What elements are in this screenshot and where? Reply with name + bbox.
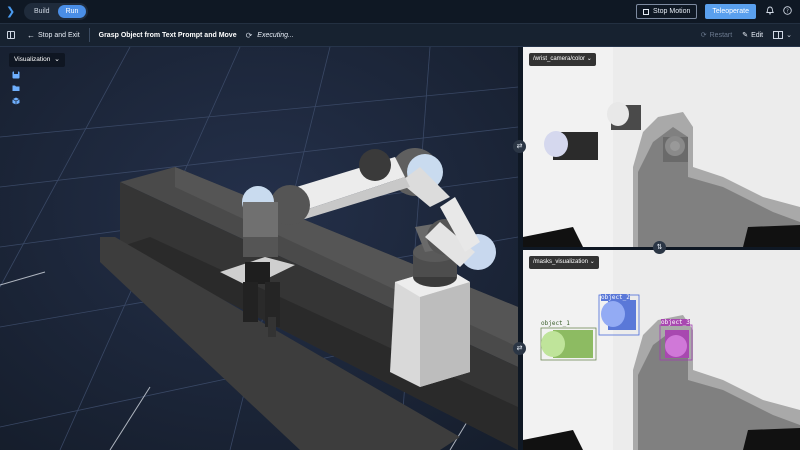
- stop-motion-label: Stop Motion: [653, 8, 691, 15]
- mode-toggle[interactable]: Build Run: [24, 3, 89, 20]
- restart-icon: ⟳: [700, 32, 707, 39]
- 3d-viewport[interactable]: Visualization ⌄: [0, 47, 518, 450]
- chevron-down-icon: ⌄: [586, 56, 592, 62]
- layout-selector-button[interactable]: ⌄: [773, 31, 792, 39]
- masks-visualization-pane: object_1 object_2 object_3 /masks_visual…: [523, 250, 800, 450]
- masks-visualization-image: [523, 250, 800, 450]
- edit-label: Edit: [751, 31, 764, 39]
- task-toolbar: ← Stop and Exit Grasp Object from Text P…: [0, 23, 800, 47]
- visualization-label: Visualization: [14, 56, 51, 63]
- stop-and-exit-label: Stop and Exit: [38, 31, 80, 39]
- masks-topic-label: /masks_visualization: [533, 259, 589, 265]
- task-title: Grasp Object from Text Prompt and Move: [98, 31, 237, 39]
- back-arrow-icon: ←: [27, 30, 35, 40]
- scene-render: [0, 47, 518, 450]
- save-icon[interactable]: [12, 71, 20, 79]
- teleoperate-button[interactable]: Teleoperate: [705, 4, 756, 19]
- wrist-camera-image: [523, 47, 800, 247]
- edit-button[interactable]: ✎ Edit: [742, 31, 764, 40]
- spinner-icon: ⟳: [245, 30, 253, 40]
- help-icon[interactable]: ?: [783, 6, 792, 17]
- mask-label-blue: object_2: [601, 294, 630, 301]
- svg-text:?: ?: [786, 8, 789, 14]
- chevron-down-icon: ⌄: [54, 56, 60, 63]
- stop-square-icon: [643, 8, 650, 15]
- wrist-camera-topic-dropdown[interactable]: /wrist_camera/color ⌄: [529, 53, 596, 66]
- visualization-dropdown[interactable]: Visualization ⌄: [9, 53, 65, 67]
- wrist-camera-topic-label: /wrist_camera/color: [533, 56, 586, 62]
- swap-pane-button-bottom[interactable]: ⇄: [513, 342, 526, 355]
- toolbar-separator: [88, 28, 90, 42]
- bell-icon[interactable]: [765, 6, 774, 17]
- execution-status: Executing...: [257, 31, 294, 39]
- pencil-icon: ✎: [742, 32, 749, 39]
- mode-run-button[interactable]: Run: [57, 5, 87, 18]
- chevron-down-icon: ⌄: [786, 32, 792, 39]
- masks-topic-dropdown[interactable]: /masks_visualization ⌄: [529, 256, 599, 269]
- wrist-camera-pane: /wrist_camera/color ⌄: [523, 47, 800, 247]
- folder-open-icon[interactable]: [12, 84, 20, 92]
- top-bar: ❯ Build Run Stop Motion Teleoperate ?: [0, 0, 800, 23]
- mask-label-green: object_1: [541, 320, 570, 327]
- swap-vertical-button[interactable]: ⇅: [653, 241, 666, 254]
- stop-and-exit-button[interactable]: ← Stop and Exit: [27, 31, 80, 40]
- mask-label-purple: object_3: [661, 319, 690, 326]
- stop-motion-button[interactable]: Stop Motion: [636, 4, 698, 19]
- restart-button[interactable]: ⟳ Restart: [700, 31, 733, 40]
- chevron-down-icon: ⌄: [589, 259, 595, 265]
- viewport-tools: [12, 71, 20, 110]
- cube-icon[interactable]: [12, 97, 20, 105]
- restart-label: Restart: [709, 31, 733, 39]
- swap-pane-button-top[interactable]: ⇄: [513, 140, 526, 153]
- layout-icon: [773, 31, 784, 39]
- app-logo-icon[interactable]: ❯: [6, 6, 18, 18]
- sidebar-toggle-icon[interactable]: [7, 31, 15, 39]
- mode-build-button[interactable]: Build: [26, 5, 58, 18]
